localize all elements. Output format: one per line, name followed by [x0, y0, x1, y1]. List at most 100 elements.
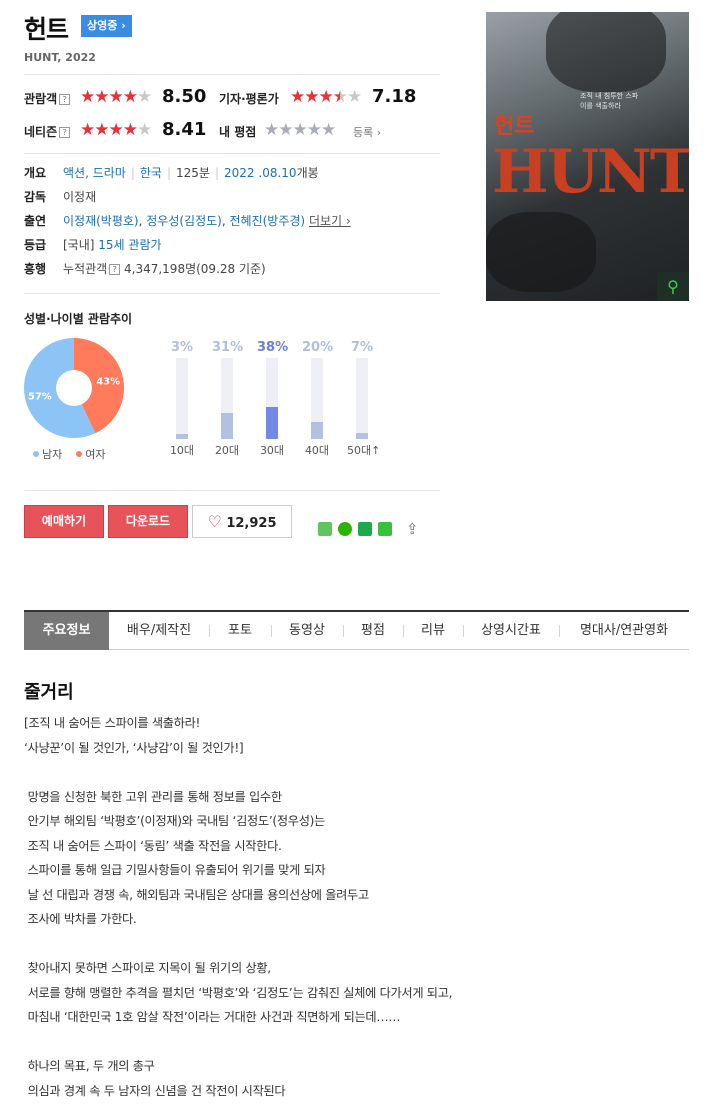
synopsis-text: [조직 내 숨어든 스파이를 색출하라! ‘사냥꾼’이 될 것인가, ‘사냥감’… — [24, 716, 453, 1098]
status-badge[interactable]: 상영중 › — [81, 15, 132, 37]
netizen-stars: ★★★★★ — [80, 120, 152, 140]
my-rating-register-link[interactable]: 등록 › — [353, 124, 381, 140]
audience-score: 8.50 — [162, 86, 207, 107]
rating-grade-value: [국내] 15세 관람가 — [63, 238, 162, 252]
synopsis-title: 줄거리 — [24, 682, 74, 703]
bar-percent-label: 7% — [350, 340, 374, 355]
rating-grade-label: 등급 — [24, 238, 47, 252]
tab-label: 포토 — [228, 623, 252, 638]
bar-track — [221, 358, 233, 439]
overview-label: 개요 — [24, 166, 47, 180]
my-rating-stars[interactable]: ★★★★★ — [264, 120, 336, 140]
runtime: 125분 — [176, 166, 210, 180]
bar-track — [176, 358, 188, 439]
cast-label: 출연 — [24, 214, 47, 228]
cast-link[interactable]: 정우성(김정도) — [146, 214, 222, 228]
poster-title-english: HUNT — [492, 137, 689, 207]
movie-subtitle: HUNT, 2022 — [24, 51, 96, 64]
cast-more-link[interactable]: 더보기 › — [309, 214, 351, 228]
divider — [24, 293, 440, 294]
movie-title: 헌트 — [24, 15, 69, 44]
bar-track — [311, 358, 323, 439]
blog-share-icon[interactable] — [378, 522, 392, 536]
help-icon[interactable]: ? — [109, 264, 121, 275]
tab-separator — [209, 625, 210, 637]
tab-1[interactable]: 배우/제작진 — [109, 612, 209, 650]
like-button[interactable]: ♡ 12,925 — [192, 505, 292, 538]
pie-legend: 남자 여자 — [33, 446, 106, 462]
tab-separator — [463, 625, 464, 637]
bar — [266, 407, 278, 439]
tab-label: 명대사/연관영화 — [579, 623, 669, 638]
tab-label: 리뷰 — [421, 623, 445, 638]
share-icon[interactable]: ⇪ — [406, 520, 419, 538]
tab-label: 동영상 — [289, 623, 325, 638]
poster-title-korean: 헌트 — [494, 114, 535, 139]
cast-value: 이정재(박평호), 정우성(김정도), 전혜진(방주경) 더보기 › — [63, 214, 351, 228]
bar — [311, 422, 323, 439]
tab-5[interactable]: 리뷰 — [403, 612, 463, 650]
country-link[interactable]: 한국 — [140, 166, 162, 180]
cast-link[interactable]: 전혜진(방주경) — [230, 214, 306, 228]
download-button[interactable]: 다운로드 — [108, 505, 188, 538]
bar-age-label: 20대 — [214, 444, 240, 457]
bar-age-label: 40대 — [304, 444, 330, 457]
zoom-icon[interactable]: ⚲ — [657, 272, 689, 301]
netizen-rating-label: 네티즌? — [24, 123, 71, 140]
divider — [24, 153, 440, 154]
my-rating-label: 내 평점 — [219, 125, 257, 139]
netizen-score: 8.41 — [162, 119, 207, 140]
age-bar-chart: 3% 10대 31% 20대 38% 30대 20% 40대 7% 50대↑ — [167, 340, 380, 458]
overview-value: 액션, 드라마 | 한국 | 125분 | 2022 .08.10개봉 — [63, 166, 319, 180]
boxoffice-value: 누적관객? 4,347,198명(09.28 기준) — [63, 262, 266, 276]
help-icon[interactable]: ? — [59, 127, 71, 138]
bar-column: 38% 30대 — [257, 340, 289, 458]
bar — [221, 413, 233, 439]
legend-female: 여자 — [76, 448, 106, 461]
bar-column: 31% 20대 — [212, 340, 244, 458]
audience-stars: ★★★★★ — [80, 87, 152, 107]
movie-poster[interactable]: 조직 내 침투한 스파이를 색출하라 헌트 HUNT ⚲ — [486, 12, 689, 301]
critic-score: 7.18 — [372, 86, 417, 107]
reserve-button[interactable]: 예매하기 — [24, 505, 104, 538]
bar-percent-label: 20% — [302, 340, 334, 355]
tab-0[interactable]: 주요정보 — [24, 612, 109, 650]
bar — [356, 433, 368, 439]
bar-column: 3% 10대 — [167, 340, 197, 458]
band-share-icon[interactable] — [338, 522, 352, 536]
bar-percent-label: 38% — [257, 340, 289, 355]
help-icon[interactable]: ? — [59, 94, 71, 105]
like-count: 12,925 — [226, 516, 277, 531]
legend-male: 남자 — [33, 448, 62, 461]
bar — [176, 434, 188, 439]
tab-3[interactable]: 동영상 — [271, 612, 343, 650]
tab-separator — [271, 625, 272, 637]
tab-label: 평점 — [361, 623, 385, 638]
tab-2[interactable]: 포토 — [209, 612, 271, 650]
bar-percent-label: 31% — [212, 340, 244, 355]
release-date-link[interactable]: 2022 .08.10 — [224, 166, 297, 180]
rating-grade-link[interactable]: 15세 관람가 — [98, 238, 161, 252]
bar-track — [266, 358, 278, 439]
divider — [24, 74, 440, 75]
tab-separator — [559, 625, 560, 637]
bar-age-label: 30대 — [259, 444, 285, 457]
bar-track — [356, 358, 368, 439]
tab-7[interactable]: 명대사/연관영화 — [559, 612, 689, 650]
director-link[interactable]: 이정재 — [63, 188, 96, 205]
cast-link[interactable]: 이정재(박평호) — [63, 214, 139, 228]
bar-column: 20% 40대 — [302, 340, 334, 458]
tab-label: 주요정보 — [42, 623, 91, 638]
boxoffice-label: 흥행 — [24, 262, 47, 276]
line-share-icon[interactable] — [318, 522, 332, 536]
bookmark-share-icon[interactable] — [358, 522, 372, 536]
gender-pie-chart: 57% 43% — [24, 338, 124, 438]
bar-column: 7% 50대↑ — [347, 340, 380, 458]
tab-4[interactable]: 평점 — [343, 612, 403, 650]
share-bar: ⇪ — [318, 520, 419, 538]
pie-label: 57% — [28, 392, 52, 403]
tab-6[interactable]: 상영시간표 — [463, 612, 559, 650]
pie-label: 43% — [96, 376, 120, 387]
tab-bar: 주요정보 배우/제작진 포토 동영상 평점 리뷰 상영시간표 명대사/연관영화 — [24, 610, 689, 650]
genre-link[interactable]: 액션, 드라마 — [63, 166, 126, 180]
